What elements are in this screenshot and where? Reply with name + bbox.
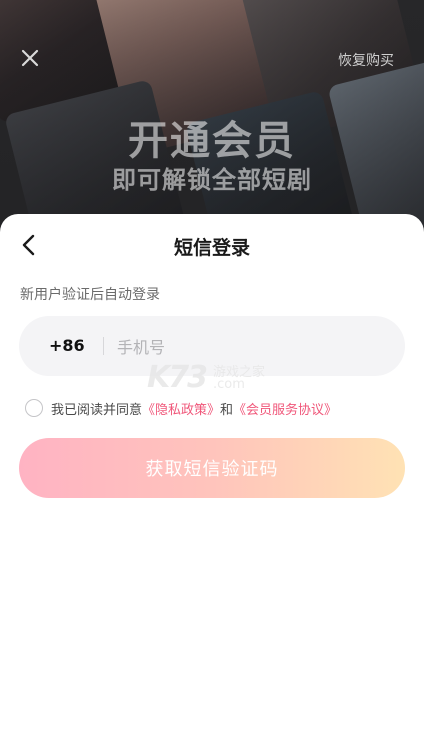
country-code-selector[interactable]: +86 [49, 316, 85, 376]
restore-purchase-link[interactable]: 恢复购买 [338, 50, 394, 70]
sms-login-sheet: 短信登录 新用户验证后自动登录 +86 我已阅读并同意 《隐私政策》 和 《会员… [0, 214, 424, 753]
get-sms-code-button[interactable]: 获取短信验证码 [19, 438, 405, 498]
page-title: 短信登录 [173, 237, 250, 259]
field-divider [103, 337, 104, 355]
hero-subtitle: 即可解锁全部短剧 [112, 166, 312, 194]
agreement-row: 我已阅读并同意 《隐私政策》 和 《会员服务协议》 [25, 398, 337, 418]
member-terms-link[interactable]: 《会员服务协议》 [233, 399, 337, 418]
promo-header: 恢复购买 开通会员 即可解锁全部短剧 [0, 0, 424, 240]
site-watermark: K73 游戏之家 .com [147, 360, 277, 396]
agree-checkbox[interactable] [25, 399, 43, 417]
login-hint: 新用户验证后自动登录 [20, 287, 160, 303]
close-button[interactable] [14, 42, 46, 74]
hero-title: 开通会员 [128, 118, 296, 164]
watermark-logo: K73 [147, 360, 208, 395]
close-icon [21, 49, 39, 67]
watermark-com: .com [213, 377, 245, 392]
agree-text: 我已阅读并同意 [51, 402, 143, 418]
privacy-policy-link[interactable]: 《隐私政策》 [142, 399, 220, 418]
agree-and-text: 和 [220, 402, 234, 418]
